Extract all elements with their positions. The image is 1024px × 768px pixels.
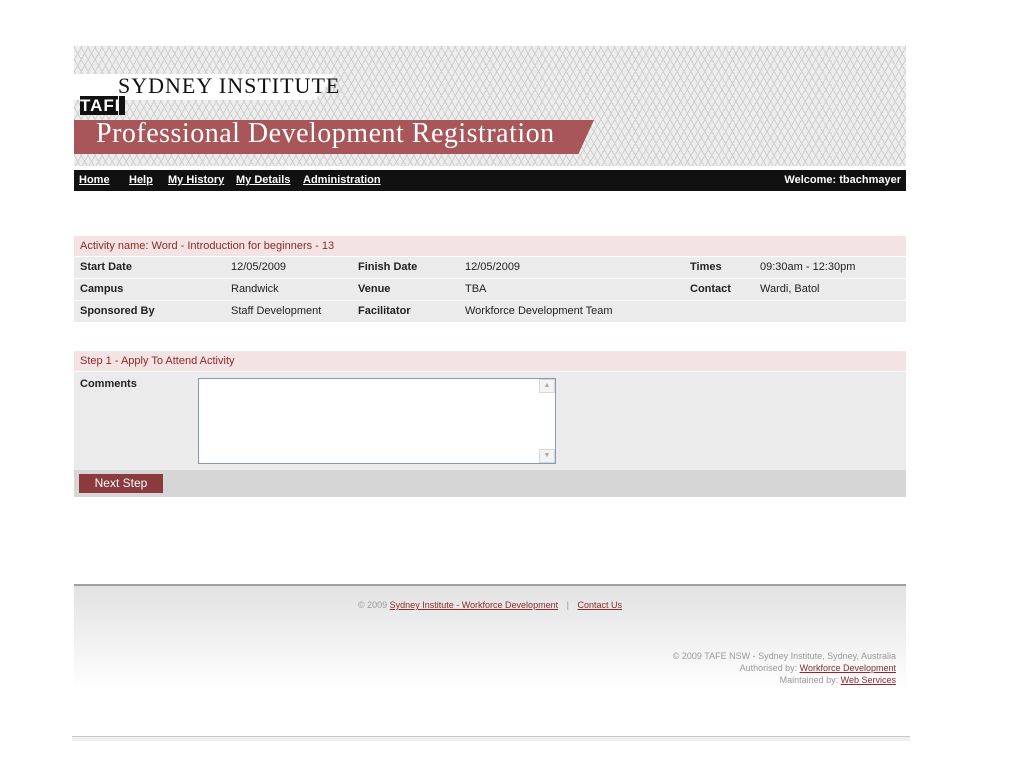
footer-maintained-line: Maintained by: Web Services [673, 674, 896, 686]
comments-label: Comments [80, 378, 137, 390]
footer-copyright-line: © 2009 TAFE NSW - Sydney Institute, Sydn… [672, 651, 896, 661]
nav-home[interactable]: Home [79, 174, 110, 186]
nav-my-details[interactable]: My Details [236, 174, 290, 186]
maintained-prefix: Maintained by: [779, 675, 839, 685]
value-venue: TBA [465, 283, 487, 295]
table-row: Start Date 12/05/2009 Finish Date 12/05/… [74, 256, 906, 278]
footer-authorised-line: Authorised by: Workforce Development [673, 662, 896, 674]
activity-heading: Activity name: Word - Introduction for b… [74, 236, 906, 256]
scroll-down-icon[interactable]: ▼ [539, 449, 555, 463]
label-venue: Venue [358, 283, 391, 295]
step-body: Comments ▲ ▼ [74, 371, 906, 470]
value-facilitator: Workforce Development Team [465, 305, 613, 317]
footer-credits: © 2009 TAFE NSW - Sydney Institute, Sydn… [673, 650, 896, 686]
institute-name: SYDNEY INSTITUTE [118, 73, 341, 98]
authorised-prefix: Authorised by: [739, 663, 798, 673]
value-start-date: 12/05/2009 [231, 261, 287, 273]
window-bottom-border [72, 736, 910, 741]
tafe-logo: TAFE [80, 96, 128, 115]
authorised-link[interactable]: Workforce Development [800, 663, 896, 673]
label-start-date: Start Date [80, 261, 132, 273]
welcome-text: Welcome: tbachmayer [784, 174, 901, 186]
nav-help[interactable]: Help [129, 174, 153, 186]
value-sponsored-by: Staff Development [231, 305, 322, 317]
step-apply-section: Step 1 - Apply To Attend Activity Commen… [74, 351, 906, 497]
value-contact: Wardi, Batol [760, 283, 820, 295]
footer: © 2009 Sydney Institute - Workforce Deve… [74, 584, 906, 736]
scroll-up-icon[interactable]: ▲ [539, 379, 555, 393]
footer-copyright: © 2009 [358, 600, 388, 610]
footer-separator: | [566, 600, 569, 610]
label-finish-date: Finish Date [358, 261, 418, 273]
maintained-link[interactable]: Web Services [841, 675, 896, 685]
app-title: Professional Development Registration [96, 118, 555, 149]
label-contact: Contact [690, 283, 731, 295]
comments-textarea[interactable] [198, 378, 556, 464]
value-finish-date: 12/05/2009 [465, 261, 521, 273]
nav-my-history[interactable]: My History [168, 174, 224, 186]
label-facilitator: Facilitator [358, 305, 411, 317]
label-times: Times [690, 261, 722, 273]
main-nav: Home Help My History My Details Administ… [74, 170, 906, 191]
value-campus: Randwick [231, 283, 279, 295]
footer-contact-link[interactable]: Contact Us [577, 600, 622, 610]
label-campus: Campus [80, 283, 124, 295]
table-row: Sponsored By Staff Development Facilitat… [74, 300, 906, 322]
header-banner: SYDNEY INSTITUTE TAFE Professional Devel… [74, 46, 906, 166]
step-heading: Step 1 - Apply To Attend Activity [74, 351, 906, 371]
footer-workforce-link[interactable]: Sydney Institute - Workforce Development [390, 600, 558, 610]
next-step-button[interactable]: Next Step [79, 474, 163, 493]
table-row: Campus Randwick Venue TBA Contact Wardi,… [74, 278, 906, 300]
label-sponsored-by: Sponsored By [80, 305, 155, 317]
textarea-scrollbar[interactable]: ▲ ▼ [539, 379, 555, 463]
button-bar: Next Step [74, 470, 906, 497]
footer-links: © 2009 Sydney Institute - Workforce Deve… [74, 600, 906, 610]
activity-details: Activity name: Word - Introduction for b… [74, 236, 906, 322]
value-times: 09:30am - 12:30pm [760, 261, 856, 273]
nav-administration[interactable]: Administration [303, 174, 381, 186]
